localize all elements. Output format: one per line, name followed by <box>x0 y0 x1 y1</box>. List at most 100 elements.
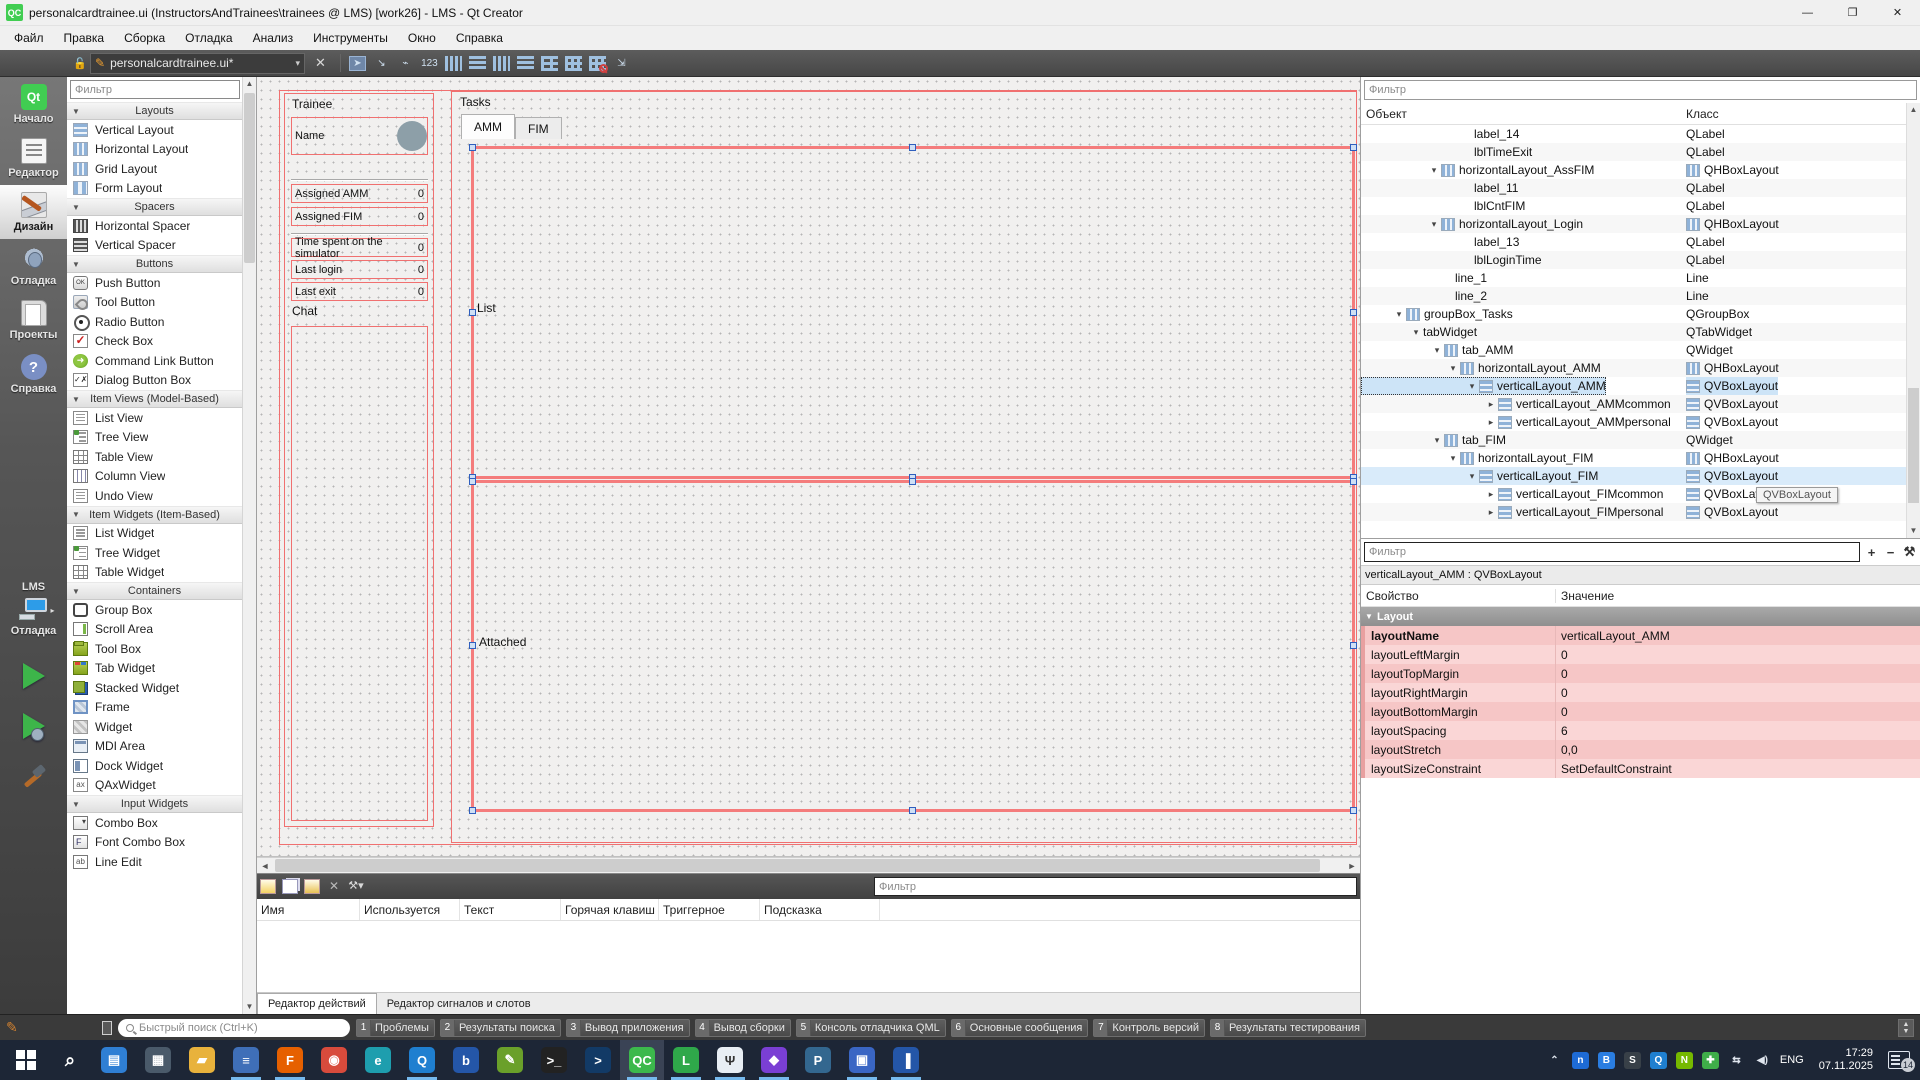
expander-open-icon[interactable]: ▾ <box>1392 309 1406 320</box>
field-row-assigned-fim[interactable]: Assigned FIM0 <box>291 207 428 226</box>
selection-handle[interactable] <box>1350 478 1357 485</box>
action-column-триггерное[interactable]: Триггерное <box>659 899 760 920</box>
tray-bluetooth-icon[interactable]: B <box>1598 1052 1615 1069</box>
property-column-header[interactable]: Свойство <box>1361 589 1556 603</box>
layout-horizontal-splitter-icon[interactable] <box>493 56 510 71</box>
expander-open-icon[interactable]: ▾ <box>1446 363 1460 374</box>
widget-item-horizontal-layout[interactable]: Horizontal Layout <box>67 140 242 160</box>
tree-row-lblLoginTime[interactable]: lblLoginTimeQLabel <box>1361 251 1920 269</box>
output-pane-5[interactable]: 5Консоль отладчика QML <box>796 1019 946 1037</box>
layout-grid-icon[interactable] <box>565 56 582 71</box>
expander-open-icon[interactable]: ▾ <box>1430 345 1444 356</box>
selection-handle[interactable] <box>909 478 916 485</box>
property-row-layoutStretch[interactable]: layoutStretch0,0 <box>1361 740 1920 759</box>
widgetbox-filter-input[interactable]: Фильтр <box>70 80 240 99</box>
open-document-selector[interactable]: ✎ personalcardtrainee.ui* ▾ <box>90 53 305 74</box>
widget-item-dock-widget[interactable]: Dock Widget <box>67 756 242 776</box>
tree-row-verticalLayout_AMMpersonal[interactable]: ▸verticalLayout_AMMpersonalQVBoxLayout <box>1361 413 1920 431</box>
widget-item-stacked-widget[interactable]: Stacked Widget <box>67 678 242 698</box>
tree-row-lblCntFIM[interactable]: lblCntFIMQLabel <box>1361 197 1920 215</box>
tray-nvidia-icon[interactable]: N <box>1676 1052 1693 1069</box>
widget-item-tree-widget[interactable]: Tree Widget <box>67 543 242 563</box>
widget-item-column-view[interactable]: Column View <box>67 467 242 487</box>
tray-defender-icon[interactable]: ✚ <box>1702 1052 1719 1069</box>
form-editor-canvas[interactable]: Trainee Name Assigned AMM0Assigned FIM0 … <box>257 77 1360 857</box>
edit-widgets-icon[interactable]: ➤ <box>349 56 366 71</box>
widgetbox-category-layouts[interactable]: ▼Layouts <box>67 102 242 120</box>
expander-closed-icon[interactable]: ▸ <box>1484 417 1498 428</box>
scrollbar-thumb[interactable] <box>244 93 255 263</box>
bottom-tab-signals-slots-editor[interactable]: Редактор сигналов и слотов <box>377 993 541 1014</box>
widget-item-undo-view[interactable]: Undo View <box>67 486 242 506</box>
widgetbox-category-containers[interactable]: ▼Containers <box>67 582 242 600</box>
action-filter-input[interactable]: Фильтр <box>874 877 1357 896</box>
tree-row-horizontalLayout_FIM[interactable]: ▾horizontalLayout_FIMQHBoxLayout <box>1361 449 1920 467</box>
scrollbar-thumb[interactable] <box>275 859 1320 872</box>
selection-handle[interactable] <box>1350 144 1357 151</box>
edit-buddies-icon[interactable]: ⌁ <box>397 56 414 71</box>
notification-center-icon[interactable]: 14 <box>1888 1051 1910 1069</box>
output-pane-3[interactable]: 3Вывод приложения <box>566 1019 690 1037</box>
widget-item-scroll-area[interactable]: Scroll Area <box>67 620 242 640</box>
tree-row-line_1[interactable]: line_1Line <box>1361 269 1920 287</box>
selection-handle[interactable] <box>1350 807 1357 814</box>
widget-item-command-link-button[interactable]: ➜Command Link Button <box>67 351 242 371</box>
qt-creator[interactable]: QC <box>620 1040 664 1080</box>
tab-amm[interactable]: AMM <box>461 114 515 139</box>
property-row-layoutSpacing[interactable]: layoutSpacing6 <box>1361 721 1920 740</box>
panel-app[interactable]: ▐ <box>884 1040 928 1080</box>
tray-q-app-icon[interactable]: Q <box>1650 1052 1667 1069</box>
purple-ide-app[interactable]: ◆ <box>752 1040 796 1080</box>
firefox-browser[interactable]: F <box>268 1040 312 1080</box>
add-property-icon[interactable]: + <box>1864 545 1879 560</box>
scroll-up-icon[interactable]: ▲ <box>243 77 256 91</box>
widget-item-font-combo-box[interactable]: FFont Combo Box <box>67 833 242 853</box>
tree-row-verticalLayout_AMM[interactable]: ▾verticalLayout_AMMQVBoxLayout <box>1361 377 1920 395</box>
new-action-icon[interactable] <box>260 879 276 894</box>
configure-actions-icon[interactable]: ⚒▾ <box>348 879 364 894</box>
selection-handle[interactable] <box>469 807 476 814</box>
notes-app[interactable]: ✎ <box>488 1040 532 1080</box>
selection-handle[interactable] <box>1350 309 1357 316</box>
menu-analyze[interactable]: Анализ <box>243 28 304 48</box>
mode-начало[interactable]: QtНачало <box>0 77 67 131</box>
file-explorer[interactable]: ▰ <box>180 1040 224 1080</box>
output-pane-4[interactable]: 4Вывод сборки <box>695 1019 791 1037</box>
property-row-layoutLeftMargin[interactable]: layoutLeftMargin0 <box>1361 645 1920 664</box>
scroll-down-icon[interactable]: ▼ <box>1907 524 1920 538</box>
property-value[interactable]: SetDefaultConstraint <box>1556 759 1920 778</box>
widget-item-tool-box[interactable]: Tool Box <box>67 639 242 659</box>
mail-app[interactable]: b <box>444 1040 488 1080</box>
close-document-button[interactable]: ✕ <box>305 55 336 71</box>
widgetbox-scrollbar[interactable]: ▲ ▼ <box>242 77 256 1014</box>
widgetbox-category-buttons[interactable]: ▼Buttons <box>67 255 242 273</box>
maximize-button[interactable]: ❐ <box>1830 0 1875 25</box>
menu-edit[interactable]: Правка <box>54 28 115 48</box>
property-value[interactable]: 0,0 <box>1556 740 1920 759</box>
output-pane-2[interactable]: 2Результаты поиска <box>440 1019 561 1037</box>
q-viewer-app[interactable]: Q <box>400 1040 444 1080</box>
tasks-groupbox[interactable]: Tasks AMMFIM List Attached <box>451 91 1357 843</box>
property-row-layoutName[interactable]: layoutNameverticalLayout_AMM <box>1361 626 1920 645</box>
tree-row-lblTimeExit[interactable]: lblTimeExitQLabel <box>1361 143 1920 161</box>
calculator-app[interactable]: ▦ <box>136 1040 180 1080</box>
field-row-time-spent-on-the-simulator[interactable]: Time spent on the simulator0 <box>291 238 428 257</box>
scroll-right-icon[interactable]: ► <box>1344 858 1360 873</box>
action-column-подсказка[interactable]: Подсказка <box>760 899 880 920</box>
build-button[interactable] <box>21 763 47 789</box>
locator-search-input[interactable]: Быстрый поиск (Ctrl+K) <box>118 1019 350 1037</box>
debug-run-button[interactable] <box>23 713 45 739</box>
chrome-browser[interactable]: ◉ <box>312 1040 356 1080</box>
widget-item-frame[interactable]: Frame <box>67 698 242 718</box>
widget-item-grid-layout[interactable]: Grid Layout <box>67 159 242 179</box>
minimize-button[interactable]: — <box>1785 0 1830 25</box>
widget-item-combo-box[interactable]: Combo Box <box>67 813 242 833</box>
property-value[interactable]: 0 <box>1556 683 1920 702</box>
photos-app[interactable]: ▤ <box>92 1040 136 1080</box>
layout-horizontally-icon[interactable] <box>445 56 462 71</box>
menu-window[interactable]: Окно <box>398 28 446 48</box>
scroll-up-icon[interactable]: ▲ <box>1907 103 1920 117</box>
edge-browser[interactable]: e <box>356 1040 400 1080</box>
adjust-size-icon[interactable]: ⇲ <box>613 56 630 71</box>
expander-open-icon[interactable]: ▾ <box>1427 165 1441 176</box>
